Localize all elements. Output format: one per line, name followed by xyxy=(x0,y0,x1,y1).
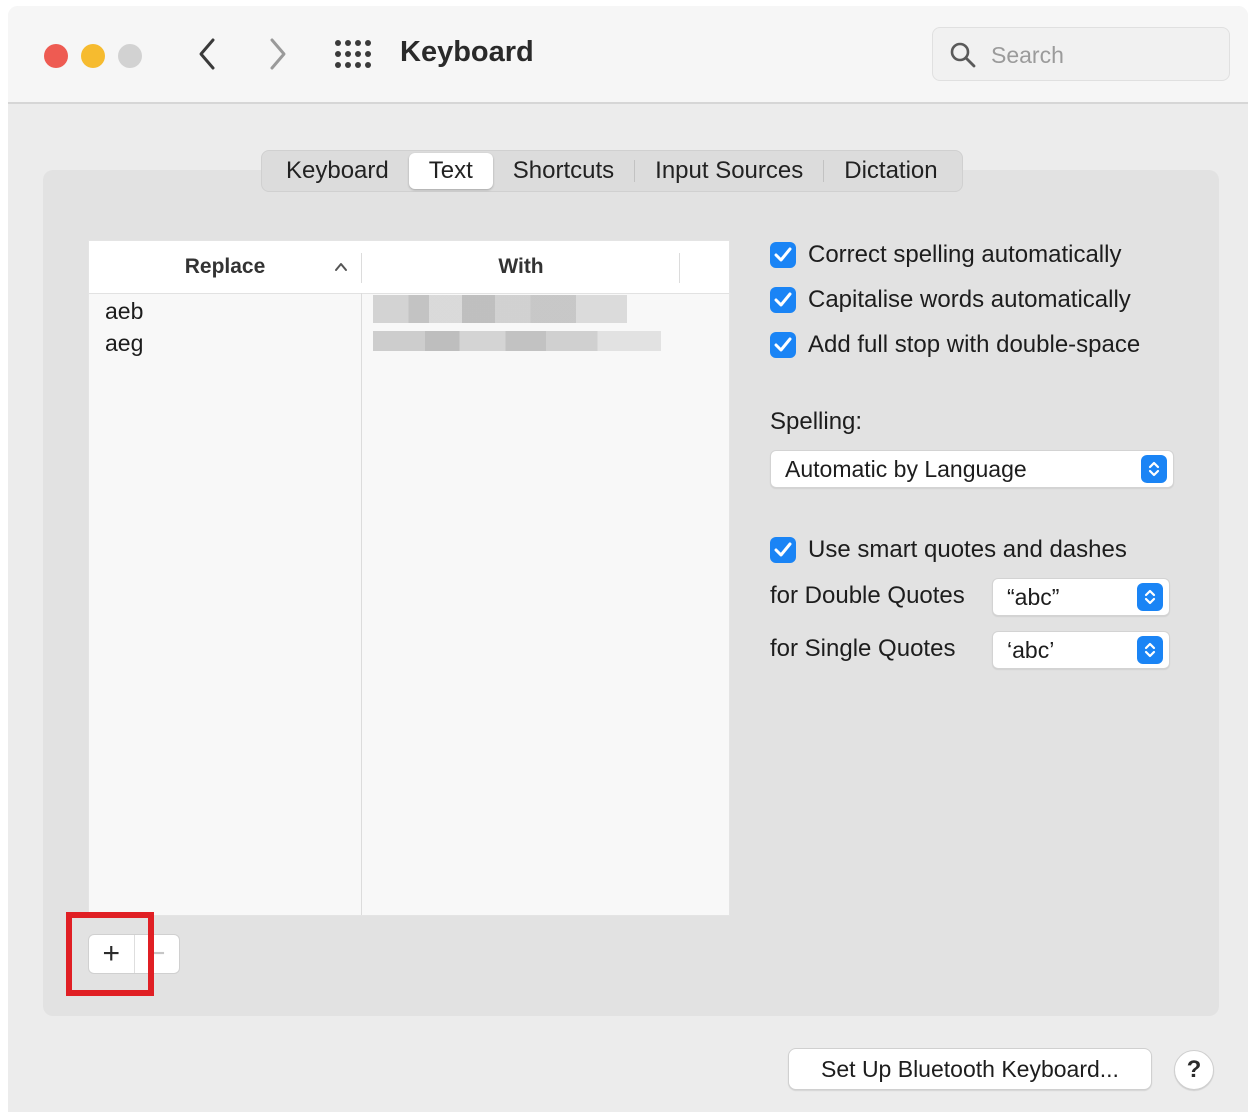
double-quotes-value: “abc” xyxy=(1007,584,1060,610)
correct-spelling-checkbox[interactable] xyxy=(770,242,796,268)
with-cell-redacted xyxy=(373,295,627,323)
table-row[interactable]: aeb xyxy=(89,295,729,327)
chevron-right-icon xyxy=(270,38,286,70)
setup-bluetooth-keyboard-button[interactable]: Set Up Bluetooth Keyboard... xyxy=(788,1048,1152,1090)
title-bar: Keyboard xyxy=(8,6,1248,104)
single-quotes-value: ‘abc’ xyxy=(1007,637,1055,663)
spelling-dropdown[interactable]: Automatic by Language xyxy=(770,450,1174,488)
full-stop-label: Add full stop with double-space xyxy=(808,331,1141,358)
smart-quotes-checkbox[interactable] xyxy=(770,537,796,563)
show-all-grid-icon[interactable] xyxy=(334,39,372,69)
forward-button[interactable] xyxy=(264,34,292,74)
smart-quotes-option[interactable]: Use smart quotes and dashes xyxy=(770,535,1127,565)
zoom-window-button[interactable] xyxy=(118,44,142,68)
column-divider xyxy=(361,253,362,283)
table-header: Replace With xyxy=(89,241,729,294)
tab-dictation[interactable]: Dictation xyxy=(824,153,957,189)
sort-ascending-icon xyxy=(335,263,347,271)
tab-input-sources[interactable]: Input Sources xyxy=(635,153,823,189)
single-quotes-arrows-icon xyxy=(1137,636,1163,664)
checkmark-icon xyxy=(774,292,792,307)
column-header-replace[interactable]: Replace xyxy=(89,241,361,293)
double-quotes-label: for Double Quotes xyxy=(770,582,965,609)
tab-bar: Keyboard Text Shortcuts Input Sources Di… xyxy=(261,150,963,192)
capitalise-words-option[interactable]: Capitalise words automatically xyxy=(770,285,1131,315)
text-replacement-table: Replace With aeb aeg xyxy=(88,240,730,916)
with-cell-redacted xyxy=(373,331,661,351)
table-row[interactable]: aeg xyxy=(89,327,729,359)
tab-shortcuts[interactable]: Shortcuts xyxy=(493,153,634,189)
double-quotes-dropdown[interactable]: “abc” xyxy=(992,578,1170,616)
tab-text[interactable]: Text xyxy=(408,153,493,189)
correct-spelling-option[interactable]: Correct spelling automatically xyxy=(770,240,1121,270)
close-window-button[interactable] xyxy=(44,44,68,68)
minimize-window-button[interactable] xyxy=(81,44,105,68)
column-separator xyxy=(361,293,362,915)
single-quotes-label: for Single Quotes xyxy=(770,635,956,662)
replace-cell: aeb xyxy=(105,298,144,324)
search-icon xyxy=(950,42,976,68)
smart-quotes-label: Use smart quotes and dashes xyxy=(808,536,1127,563)
capitalise-words-label: Capitalise words automatically xyxy=(808,286,1131,313)
checkmark-icon xyxy=(774,337,792,352)
full-stop-option[interactable]: Add full stop with double-space xyxy=(770,330,1140,360)
single-quotes-dropdown[interactable]: ‘abc’ xyxy=(992,631,1170,669)
column-divider xyxy=(679,253,680,283)
window-title: Keyboard xyxy=(400,36,534,68)
replace-cell: aeg xyxy=(105,330,144,356)
checkmark-icon xyxy=(774,542,792,557)
checkmark-icon xyxy=(774,247,792,262)
correct-spelling-label: Correct spelling automatically xyxy=(808,241,1122,268)
spelling-value: Automatic by Language xyxy=(785,456,1027,482)
spelling-dropdown-arrows-icon xyxy=(1141,455,1167,483)
chevron-left-icon xyxy=(199,38,215,70)
column-header-with[interactable]: With xyxy=(363,241,679,293)
highlight-box xyxy=(66,912,154,996)
spelling-label: Spelling: xyxy=(770,408,863,435)
tab-keyboard[interactable]: Keyboard xyxy=(266,153,409,189)
search-input[interactable] xyxy=(989,38,1223,72)
search-field[interactable] xyxy=(932,27,1230,81)
capitalise-words-checkbox[interactable] xyxy=(770,287,796,313)
back-button[interactable] xyxy=(193,34,221,74)
preferences-window: Keyboard Keyboard Text Shortcuts Input S… xyxy=(8,6,1248,1112)
help-button[interactable]: ? xyxy=(1174,1050,1214,1090)
double-quotes-arrows-icon xyxy=(1137,583,1163,611)
full-stop-checkbox[interactable] xyxy=(770,332,796,358)
